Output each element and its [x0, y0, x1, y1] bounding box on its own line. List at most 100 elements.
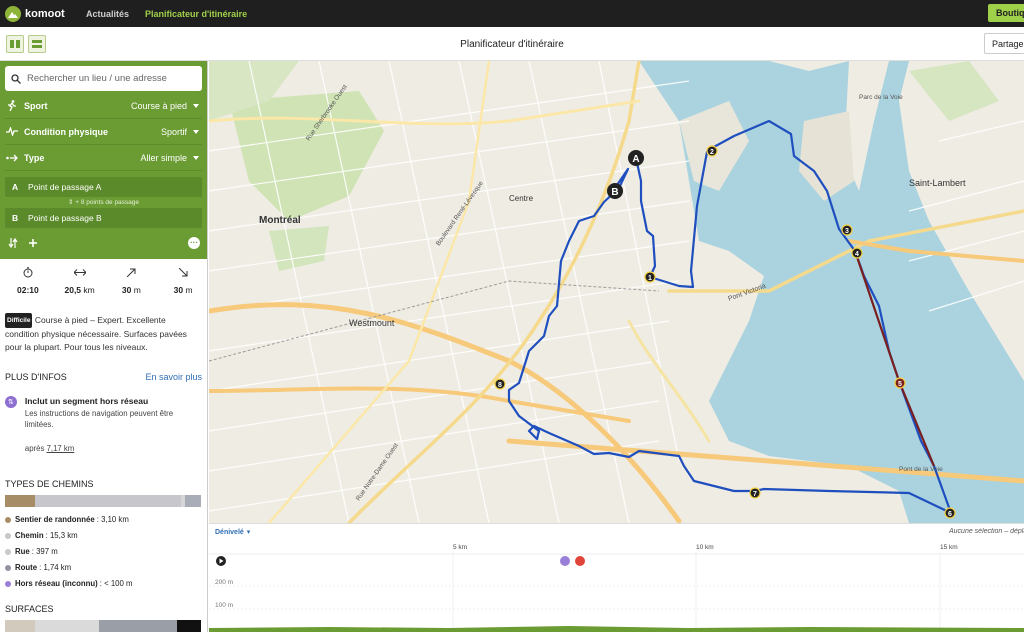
marker-4[interactable]: 4: [855, 251, 859, 258]
stat-descent: 30 m: [159, 265, 207, 303]
offgrid-marker-icon[interactable]: [560, 556, 570, 566]
duration-value: 02:10: [17, 285, 39, 295]
label-westmount: Westmount: [349, 318, 395, 328]
fitness-selector[interactable]: Condition physique Sportif: [5, 119, 202, 145]
marker-6[interactable]: 6: [948, 511, 952, 518]
nav-route-planner[interactable]: Planificateur d'itinéraire: [145, 9, 247, 19]
way-type-name: Chemin: [15, 531, 44, 540]
marker-8[interactable]: 8: [498, 382, 502, 389]
way-type-name: Route: [15, 563, 38, 572]
via-points-toggle[interactable]: ⇕ + 8 points de passage: [5, 197, 202, 208]
way-type-segment[interactable]: [34, 495, 181, 507]
planner-header: Planificateur d'itinéraire Partager: [0, 27, 1024, 61]
sport-label: Sport: [24, 100, 48, 111]
shop-button[interactable]: Boutique: [988, 4, 1024, 22]
way-types-legend: Sentier de randonnée: 3,10 km Chemin: 15,…: [0, 515, 207, 588]
legend-dot: [5, 564, 11, 571]
runner-icon: [5, 100, 19, 112]
waypoint-b[interactable]: B Point de passage B: [5, 208, 202, 228]
mountain-icon: [5, 5, 21, 22]
share-button[interactable]: Partager: [984, 33, 1024, 54]
heartbeat-icon: [5, 126, 19, 138]
planner-sidebar: Sport Course à pied Condition physique S…: [0, 61, 208, 632]
search-icon: [11, 73, 21, 84]
more-options-icon[interactable]: ···: [188, 237, 200, 249]
page-title: Planificateur d'itinéraire: [460, 39, 564, 50]
top-nav: komoot Actualités Planificateur d'itinér…: [0, 0, 1024, 27]
way-types-header: TYPES DE CHEMINS: [0, 479, 207, 489]
waypoint-b-letter: B: [12, 213, 19, 223]
marker-7[interactable]: 7: [753, 491, 757, 498]
sport-selector[interactable]: Sport Course à pied: [5, 93, 202, 119]
legend-dot: [5, 580, 11, 587]
way-type-legend-item[interactable]: Chemin: 15,3 km: [0, 531, 207, 540]
difficulty-description: Difficile Course à pied – Expert. Excell…: [0, 303, 207, 354]
offgrid-distance-link[interactable]: 7,17 km: [47, 444, 75, 453]
learn-more-link[interactable]: En savoir plus: [145, 372, 202, 382]
komoot-logo[interactable]: komoot: [5, 5, 79, 22]
way-type-legend-item[interactable]: Hors réseau (inconnu): < 100 m: [0, 579, 207, 588]
way-type-name: Hors réseau (inconnu): [15, 579, 98, 588]
way-type-legend-item[interactable]: Rue: 397 m: [0, 547, 207, 556]
marker-b[interactable]: B: [611, 187, 618, 198]
ascent-value: 30 m: [121, 285, 141, 295]
type-selector[interactable]: Type Aller simple: [5, 145, 202, 171]
label-montreal: Montréal: [259, 215, 301, 226]
tour-stats: 02:10 20,5 km 30 m 30 m: [0, 265, 207, 303]
map[interactable]: A B 1 2 3 4 5 6 7 8 Montréal Westmount S…: [209, 61, 1024, 523]
marker-a[interactable]: A: [632, 154, 639, 165]
waypoint-a[interactable]: A Point de passage A: [5, 177, 202, 197]
search-input[interactable]: [27, 73, 187, 84]
legend-dot: [5, 548, 11, 555]
reverse-route-icon[interactable]: [8, 238, 18, 248]
stat-duration: 02:10: [4, 265, 52, 303]
nav-news[interactable]: Actualités: [86, 9, 129, 19]
way-type-legend-item[interactable]: Sentier de randonnée: 3,10 km: [0, 515, 207, 524]
one-way-icon: [5, 152, 19, 164]
ascent-icon: [108, 265, 156, 279]
more-info-header: PLUS D'INFOS En savoir plus: [0, 372, 207, 382]
chevron-down-icon: [193, 155, 199, 160]
surfaces-header: SURFACES: [0, 604, 207, 614]
marker-1[interactable]: 1: [648, 275, 652, 282]
elevation-profile[interactable]: Dénivelé ▾ Aucune sélection – déplacez 5…: [209, 523, 1024, 632]
way-type-name: Rue: [15, 547, 30, 556]
offgrid-icon: ⇅: [5, 396, 17, 408]
type-value: Aller simple: [140, 152, 187, 163]
via-points-text: + 8 points de passage: [75, 199, 140, 206]
way-type-value: : 3,10 km: [96, 515, 129, 524]
difficulty-badge: Difficile: [5, 313, 33, 328]
waypoint-a-label: Point de passage A: [28, 182, 102, 192]
way-type-value: : 15,3 km: [45, 531, 78, 540]
stat-ascent: 30 m: [108, 265, 156, 303]
elevation-chart[interactable]: [209, 524, 1024, 632]
surfaces-bar[interactable]: [5, 620, 202, 632]
way-type-value: : < 100 m: [99, 579, 133, 588]
map-canvas[interactable]: A B 1 2 3 4 5 6 7 8 Montréal Westmount S…: [209, 61, 1024, 523]
way-type-name: Sentier de randonnée: [15, 515, 95, 524]
more-info-title: PLUS D'INFOS: [5, 372, 67, 382]
brand-name: komoot: [25, 7, 65, 20]
fitness-value: Sportif: [160, 126, 187, 137]
offgrid-title: Inclut un segment hors réseau: [24, 396, 149, 406]
label-saint-lambert: Saint-Lambert: [909, 178, 966, 188]
distance-icon: [56, 265, 104, 279]
add-waypoint-icon[interactable]: [28, 238, 38, 248]
marker-5[interactable]: 5: [898, 381, 902, 388]
label-pont-de-la-voie: Pont de la Voie: [899, 466, 943, 473]
chevron-down-icon: [193, 129, 199, 134]
way-type-legend-item[interactable]: Route: 1,74 km: [0, 563, 207, 572]
descent-icon: [159, 265, 207, 279]
highlight-marker-icon[interactable]: [575, 556, 585, 566]
search-box[interactable]: [5, 66, 202, 91]
surfaces-title: SURFACES: [5, 604, 54, 614]
stopwatch-icon: [4, 265, 52, 279]
way-type-value: : 1,74 km: [39, 563, 72, 572]
offgrid-info: ⇅ Inclut un segment hors réseau Les inst…: [0, 396, 207, 453]
way-types-bar[interactable]: [5, 495, 202, 507]
way-type-segment[interactable]: [184, 495, 202, 507]
descent-value: 30 m: [173, 285, 193, 295]
marker-2[interactable]: 2: [710, 149, 714, 156]
marker-3[interactable]: 3: [845, 228, 849, 235]
way-type-segment[interactable]: [5, 495, 35, 507]
